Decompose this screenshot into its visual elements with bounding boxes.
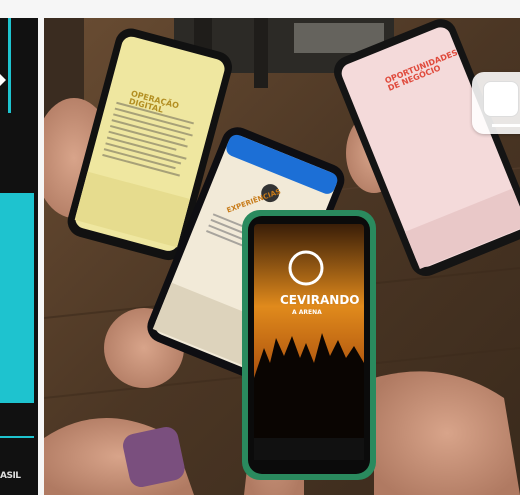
arrow-icon xyxy=(0,74,6,86)
left-panel: ASIL xyxy=(0,18,38,495)
concert-title: CEVIRANDO xyxy=(280,293,360,307)
vertical-accent-line xyxy=(8,18,11,113)
photo-illustration xyxy=(44,18,520,495)
copy-icon xyxy=(484,82,518,116)
concert-subtitle: A ARENA xyxy=(292,309,322,316)
brand-text: ASIL xyxy=(0,471,21,481)
accent-block xyxy=(0,193,34,403)
phones-photo: OPERAÇÃO DIGITAL EXPERIÊNCIAS OPORTUNIDA… xyxy=(44,18,520,495)
copy-button[interactable] xyxy=(472,72,520,134)
divider-line xyxy=(0,436,34,438)
